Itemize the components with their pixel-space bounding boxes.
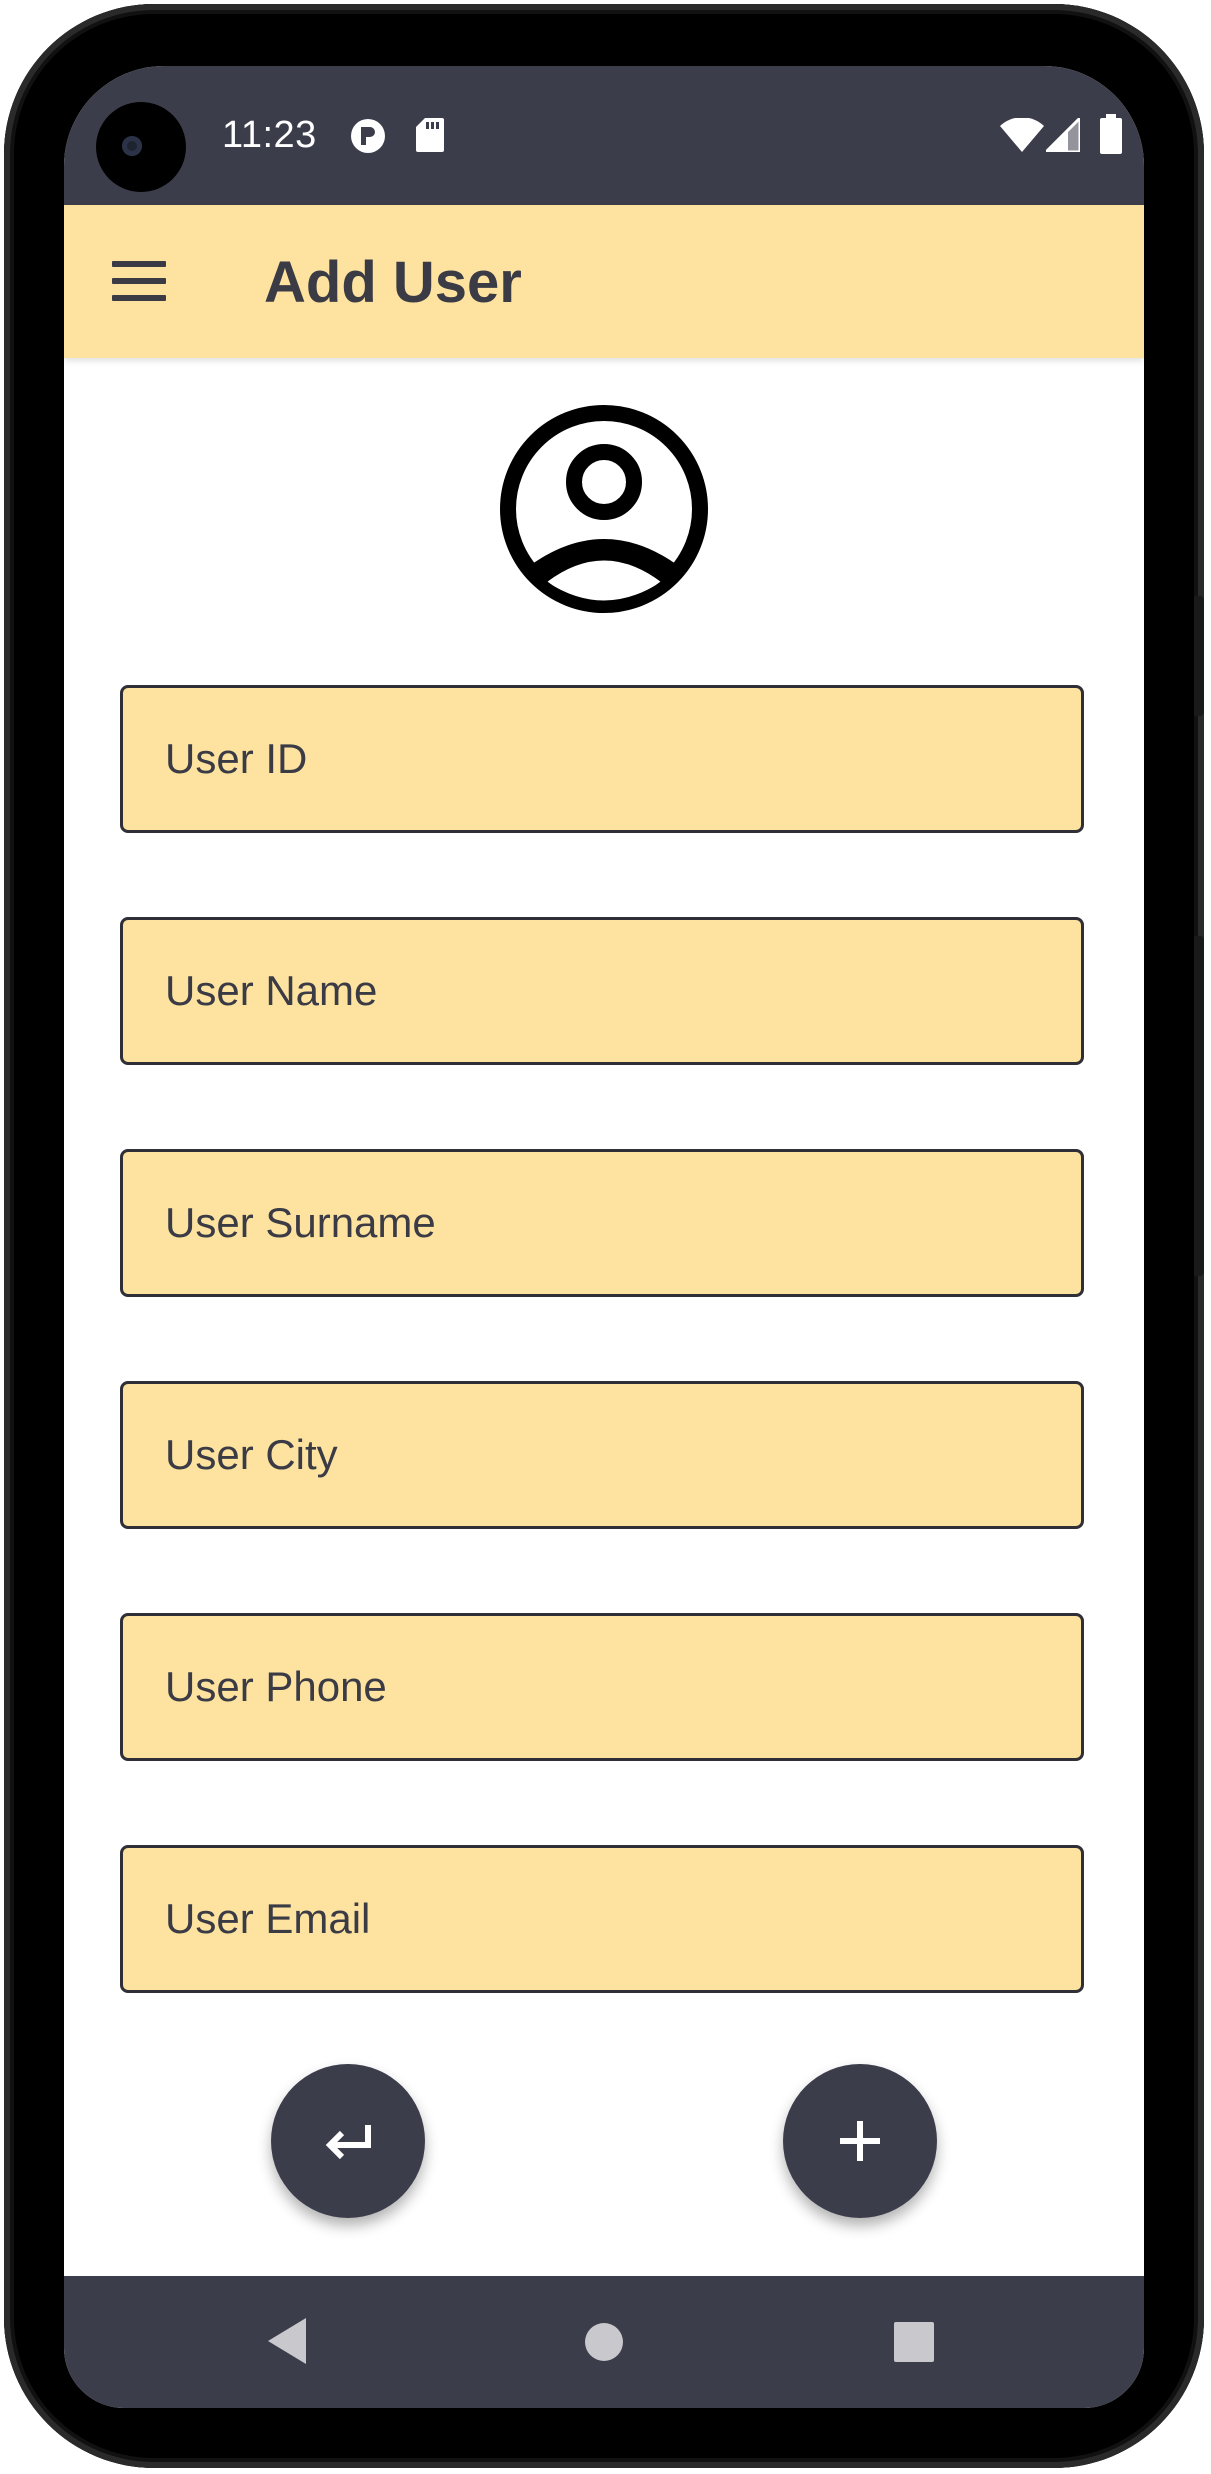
user-id-input[interactable]: User ID [120,685,1084,833]
notification-app-icon [350,118,386,159]
nav-back-icon[interactable] [266,2316,310,2371]
page-title: Add User [264,250,522,315]
plus-icon [840,2121,880,2161]
status-time: 11:23 [222,114,317,156]
hamburger-menu-icon[interactable] [112,261,166,301]
nav-recents-icon[interactable] [894,2322,934,2367]
front-camera [96,102,186,192]
user-city-placeholder: User City [165,1431,338,1478]
app-bar: Add User [64,205,1144,358]
nav-home-icon[interactable] [584,2322,624,2367]
volume-rocker [1194,936,1204,1276]
system-nav-bar [64,2276,1144,2408]
user-phone-placeholder: User Phone [165,1663,387,1710]
user-name-placeholder: User Name [165,967,378,1014]
status-bar: 11:23 [64,66,1144,205]
user-city-input[interactable]: User City [120,1381,1084,1529]
user-surname-input[interactable]: User Surname [120,1149,1084,1297]
user-name-input[interactable]: User Name [120,917,1084,1065]
add-user-button[interactable] [783,2064,937,2218]
phone-frame: 11:23 Add User User ID User Name User Su… [4,4,1204,2468]
wifi-icon [1000,117,1044,157]
user-email-placeholder: User Email [165,1895,371,1942]
account-circle-icon [499,404,709,614]
power-button [1194,596,1204,716]
cellular-signal-icon [1042,114,1082,157]
back-button[interactable] [271,2064,425,2218]
user-id-placeholder: User ID [165,735,308,782]
keyboard-return-icon [325,2125,371,2160]
user-phone-input[interactable]: User Phone [120,1613,1084,1761]
user-email-input[interactable]: User Email [120,1845,1084,1993]
user-surname-placeholder: User Surname [165,1199,436,1246]
battery-icon [1100,114,1122,159]
screen: 11:23 Add User User ID User Name User Su… [64,66,1144,2408]
sd-card-icon [416,118,444,157]
